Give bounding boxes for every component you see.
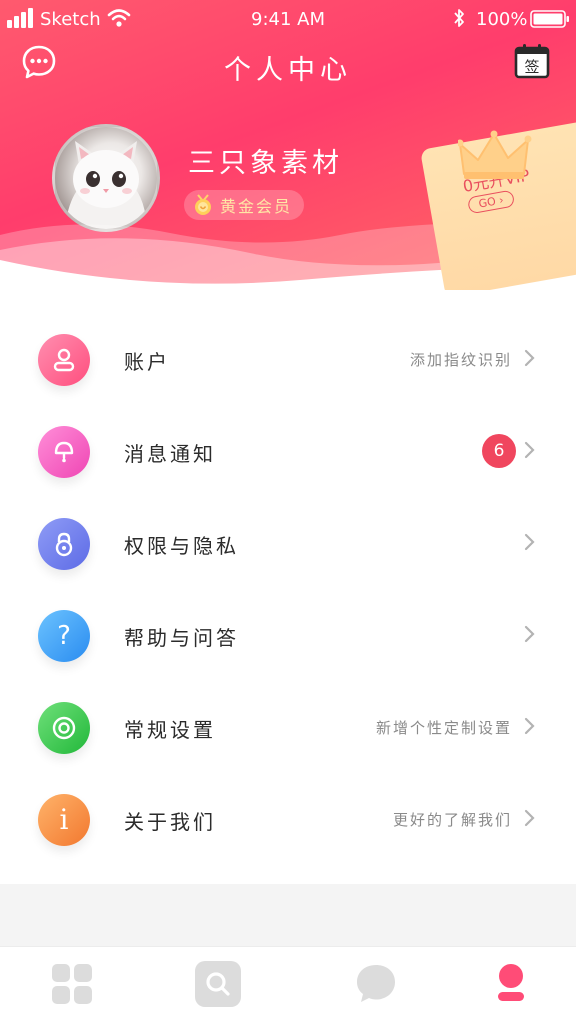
page-title: 个人中心: [224, 55, 352, 86]
menu-hint: 新增个性定制设置: [375, 719, 512, 737]
menu-label: 帮助与问答: [124, 626, 239, 650]
chevron-right-icon: [524, 717, 535, 735]
bluetooth-icon: [454, 9, 464, 27]
menu-item-notifications[interactable]: 消息通知 6: [0, 404, 576, 496]
user-icon: [38, 334, 90, 386]
unread-count-badge: 6: [482, 434, 516, 468]
menu-label: 常规设置: [124, 718, 216, 742]
help-icon-glyph: ?: [57, 621, 71, 651]
checkin-label: 签: [524, 58, 539, 76]
user-name: 三只象素材: [188, 148, 343, 179]
chevron-right-icon: [524, 625, 535, 643]
bottom-tab-bar: [0, 946, 576, 1024]
menu-item-about[interactable]: i 关于我们 更好的了解我们: [0, 772, 576, 864]
menu-hint: 添加指纹识别: [409, 351, 512, 369]
menu-label: 关于我们: [124, 810, 216, 834]
crown-icon: [458, 130, 532, 179]
calendar-checkin-icon[interactable]: 签: [513, 42, 551, 80]
menu-item-general-settings[interactable]: 常规设置 新增个性定制设置: [0, 680, 576, 772]
menu-item-privacy[interactable]: 权限与隐私: [0, 496, 576, 588]
settings-menu: 账户 添加指纹识别 消息通知 6 权限与隐私 ? 帮助与问答 常规设置 新增个性…: [0, 290, 576, 884]
menu-label: 消息通知: [124, 442, 216, 466]
chevron-right-icon: [524, 441, 535, 459]
menu-label: 账户: [124, 350, 170, 374]
menu-hint: 更好的了解我们: [392, 811, 512, 829]
profile-header: Sketch 9:41 AM 100% 个人中心 签 三只象素材 黄金会员 0元…: [0, 0, 576, 290]
status-bar: Sketch 9:41 AM 100%: [0, 0, 576, 38]
info-icon-glyph: i: [59, 803, 69, 836]
chevron-right-icon: [524, 533, 535, 551]
chevron-right-icon: [524, 809, 535, 827]
chevron-right-icon: [524, 349, 535, 367]
battery-icon: [530, 10, 569, 28]
profile-icon[interactable]: [488, 961, 534, 1007]
settings-icon: [38, 702, 90, 754]
menu-item-help[interactable]: ? 帮助与问答: [0, 588, 576, 680]
info-icon: i: [38, 794, 90, 846]
menu-item-account[interactable]: 账户 添加指纹识别: [0, 312, 576, 404]
menu-label: 权限与隐私: [124, 534, 239, 558]
battery-percentage: 100%: [476, 9, 528, 30]
help-icon: ?: [38, 610, 90, 662]
notification-icon: [38, 426, 90, 478]
lock-icon: [38, 518, 90, 570]
search-icon[interactable]: [195, 961, 241, 1007]
chat-icon[interactable]: [353, 961, 399, 1007]
grid-icon[interactable]: [49, 961, 95, 1007]
